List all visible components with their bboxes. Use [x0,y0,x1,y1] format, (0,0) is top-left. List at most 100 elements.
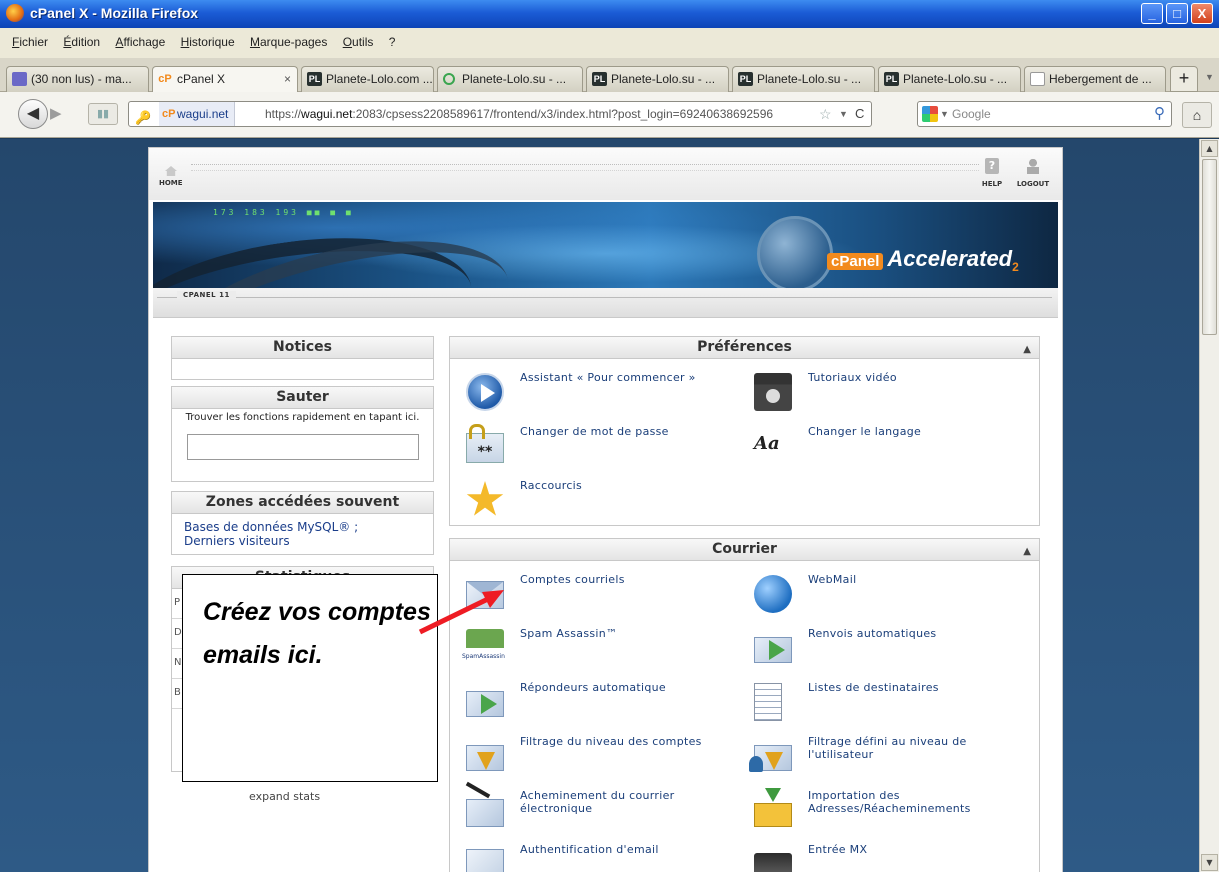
collapse-icon[interactable]: ▲ [1023,541,1031,562]
import-icon [754,788,792,827]
item-mx-entry[interactable]: Entrée MX [754,841,1034,872]
scroll-up-icon[interactable]: ▲ [1201,140,1218,157]
key-icon: 🔑 [135,110,152,125]
item-user-filtering[interactable]: Filtrage défini au niveau de l'utilisate… [749,733,1034,783]
item-import-addresses[interactable]: Importation des Adresses/Réacheminements [754,787,1034,837]
menu-marque-pages[interactable]: Marque-pages [250,28,327,56]
bookmark-star-icon[interactable]: ☆ [819,102,832,126]
tab-label: Planete-Lolo.su - ... [611,72,716,86]
menu-edition[interactable]: Édition [63,28,100,56]
tab-label: Planete-Lolo.su - ... [462,72,567,86]
reload-icon[interactable]: C [855,102,864,126]
tab-hebergement[interactable]: Hebergement de ... [1024,66,1166,92]
expand-stats-link[interactable]: expand stats [249,790,320,803]
quick-find-input[interactable] [186,434,419,460]
item-autoresponders[interactable]: Répondeurs automatique [466,679,746,729]
bar-chart-icon[interactable]: ▮▮ [88,103,118,125]
address-bar[interactable]: 🔑 cP wagui.net https://wagui.net:2083/cp… [128,101,872,127]
menu-help[interactable]: ? [389,28,396,56]
home-label: HOME [159,179,183,187]
home-button[interactable]: ⌂ [1182,102,1212,128]
item-change-language[interactable]: Aa Changer le langage [754,423,1034,473]
cpanel-logo: cPanel Accelerated2 [827,246,1019,274]
item-label: Entrée MX [808,843,868,856]
version-label: CPANEL 11 [177,291,236,299]
back-button[interactable]: ◀ [18,99,48,129]
tab-planete-lolo-su-4[interactable]: PL Planete-Lolo.su - ... [878,66,1021,92]
tab-planete-lolo-su-1[interactable]: Planete-Lolo.su - ... [437,66,583,92]
item-email-routing[interactable]: Acheminement du courrier électronique [466,787,746,837]
item-shortcuts[interactable]: Raccourcis [466,477,746,527]
scroll-down-icon[interactable]: ▼ [1201,854,1218,871]
cpanel-logout-link[interactable]: LOGOUT [1011,158,1055,188]
new-tab-button[interactable]: + [1170,66,1198,92]
firefox-logo-icon [6,4,24,22]
collapse-icon[interactable]: ▲ [1023,339,1031,360]
item-label: Importation des Adresses/Réacheminements [808,789,971,815]
house-icon [165,166,177,176]
item-label: Spam Assassin™ [520,627,618,640]
item-account-filtering[interactable]: Filtrage du niveau des comptes [466,733,746,783]
menu-historique[interactable]: Historique [181,28,235,56]
mail-box: Courrier ▲ Comptes courriels WebMail Spa… [449,538,1040,872]
tab-planete-lolo-su-3[interactable]: PL Planete-Lolo.su - ... [732,66,875,92]
maximize-button[interactable]: □ [1166,3,1188,24]
close-window-button[interactable]: X [1191,3,1213,24]
tab-planete-lolo-su-2[interactable]: PL Planete-Lolo.su - ... [586,66,729,92]
item-label: Filtrage du niveau des comptes [520,735,702,748]
tab-label: (30 non lus) - ma... [31,72,132,86]
cpanel-home-link[interactable]: HOME [159,166,187,187]
item-label: Authentification d'email [520,843,659,856]
item-label: Comptes courriels [520,573,625,586]
search-engine-chevron-icon[interactable]: ▼ [940,102,949,126]
sauter-description: Trouver les fonctions rapidement en tapa… [185,412,420,423]
mx-entry-icon [754,853,792,872]
frequent-title: Zones accédées souvent [172,492,433,514]
item-video-tutorials[interactable]: Tutoriaux vidéo [754,369,1034,419]
preferences-header: Préférences ▲ [450,337,1039,359]
tab-mail[interactable]: (30 non lus) - ma... [6,66,149,92]
annotation-callout: Créez vos comptes emails ici. [182,574,438,782]
close-tab-icon[interactable]: × [284,67,291,91]
link-visitors[interactable]: Derniers visiteurs [184,534,421,548]
search-icon[interactable]: ⚲ [1154,102,1165,126]
tab-cpanel[interactable]: cP cPanel X × [152,66,298,93]
item-webmail[interactable]: WebMail [754,571,1034,621]
scroll-thumb[interactable] [1202,159,1217,335]
minimize-button[interactable]: _ [1141,3,1163,24]
menu-fichier[interactable]: Fichier [12,28,48,56]
url-history-chevron-icon[interactable]: ▼ [839,102,848,126]
forward-button[interactable]: ▶ [50,104,62,122]
globe-mail-icon [754,575,792,613]
frequent-box: Zones accédées souvent Bases de données … [171,491,434,555]
cpanel-help-link[interactable]: ? HELP [977,158,1007,188]
tab-bar: (30 non lus) - ma... cP cPanel X × PL Pl… [0,58,1219,93]
item-forwarders[interactable]: Renvois automatiques [754,625,1034,675]
user-icon [1027,158,1039,174]
link-mysql[interactable]: Bases de données MySQL® ; [184,520,421,534]
tab-planete-lolo-com[interactable]: PL Planete-Lolo.com ... [301,66,434,92]
vertical-scrollbar[interactable]: ▲ ▼ [1199,139,1219,872]
logo-subscript: 2 [1012,259,1019,274]
site-identity-button[interactable]: cP wagui.net [159,102,236,126]
menu-outils[interactable]: Outils [343,28,374,56]
search-bar[interactable]: ▼ Google ⚲ [917,101,1172,127]
item-email-authentication[interactable]: Authentification d'email [466,841,746,872]
tab-list-chevron-icon[interactable]: ▼ [1205,72,1214,82]
tab-label: Planete-Lolo.su - ... [757,72,862,86]
account-filter-icon [466,745,504,771]
navigation-bar: ◀ ▶ ▮▮ 🔑 cP wagui.net https://wagui.net:… [0,92,1219,138]
menu-affichage[interactable]: Affichage [115,28,165,56]
item-label: WebMail [808,573,857,586]
tab-label: cPanel X [177,72,226,86]
item-label: Changer le langage [808,425,922,438]
item-label: Filtrage défini au niveau de l'utilisate… [808,735,967,761]
arrow-shaft [418,595,492,635]
item-change-password[interactable]: ** Changer de mot de passe [466,423,746,473]
cpanel-banner: 173 183 193 ■■ ■ ■ cPanel Accelerated2 [153,202,1058,288]
pl-icon: PL [738,72,753,86]
item-mailing-lists[interactable]: Listes de destinataires [754,679,1034,729]
loading-icon [443,73,455,85]
item-getting-started[interactable]: Assistant « Pour commencer » [466,369,746,419]
tab-label: Planete-Lolo.com ... [326,72,433,86]
